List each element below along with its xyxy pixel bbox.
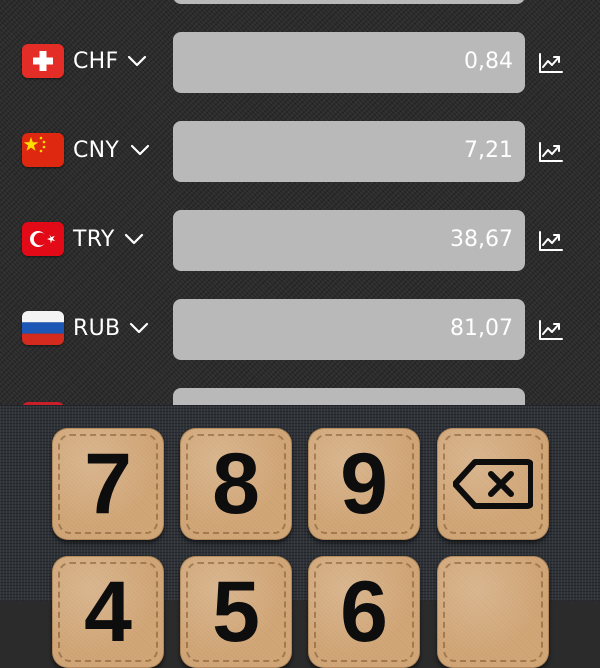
- trend-chart-icon[interactable]: [538, 52, 564, 74]
- chevron-down-icon[interactable]: [127, 54, 147, 68]
- key-6[interactable]: 6: [308, 556, 420, 668]
- amount-field[interactable]: 38,67: [173, 210, 525, 271]
- currency-row-cny: CNY 7,21: [0, 121, 600, 183]
- key-7[interactable]: 7: [52, 428, 164, 540]
- key-4[interactable]: 4: [52, 556, 164, 668]
- amount-value: 0,84: [464, 49, 513, 74]
- key-label: 9: [340, 435, 388, 532]
- backspace-icon: [453, 459, 533, 509]
- china-flag-icon: [22, 133, 64, 167]
- chevron-down-icon[interactable]: [124, 232, 144, 246]
- key-label: 8: [212, 435, 260, 532]
- currency-code[interactable]: RUB: [73, 315, 120, 343]
- key-label: 5: [212, 563, 260, 660]
- turkey-flag-icon: [22, 222, 64, 256]
- numeric-keypad: 7 8 9 4 5 6: [0, 405, 600, 668]
- chevron-down-icon[interactable]: [129, 321, 149, 335]
- swiss-flag-icon: [22, 44, 64, 78]
- amount-value: 38,67: [450, 227, 513, 252]
- backspace-button[interactable]: [437, 428, 549, 540]
- key-label: 7: [84, 435, 132, 532]
- amount-field[interactable]: 0,84: [173, 32, 525, 93]
- currency-code[interactable]: CHF: [73, 48, 118, 76]
- currency-row-previous: [173, 0, 525, 4]
- currency-list: CHF 0,84 CNY 7,21 TRY 38,67 RUB 81,07: [0, 0, 600, 405]
- trend-chart-icon[interactable]: [538, 230, 564, 252]
- chevron-down-icon[interactable]: [130, 143, 150, 157]
- amount-field[interactable]: 7,21: [173, 121, 525, 182]
- currency-code[interactable]: CNY: [73, 137, 119, 165]
- key-5[interactable]: 5: [180, 556, 292, 668]
- currency-row-chf: CHF 0,84: [0, 32, 600, 94]
- amount-value: 7,21: [464, 138, 513, 163]
- currency-code[interactable]: TRY: [73, 226, 115, 254]
- key-operator[interactable]: [437, 556, 549, 668]
- trend-chart-icon[interactable]: [538, 141, 564, 163]
- currency-row-try: TRY 38,67: [0, 210, 600, 272]
- amount-field[interactable]: [173, 388, 525, 405]
- key-8[interactable]: 8: [180, 428, 292, 540]
- currency-row-partial: [0, 388, 600, 405]
- key-label: 4: [84, 563, 132, 660]
- russia-flag-icon: [22, 311, 64, 345]
- key-9[interactable]: 9: [308, 428, 420, 540]
- currency-row-rub: RUB 81,07: [0, 299, 600, 361]
- key-label: 6: [340, 563, 388, 660]
- key-label: [437, 556, 549, 668]
- amount-field[interactable]: 81,07: [173, 299, 525, 360]
- trend-chart-icon[interactable]: [538, 319, 564, 341]
- amount-value: 81,07: [450, 316, 513, 341]
